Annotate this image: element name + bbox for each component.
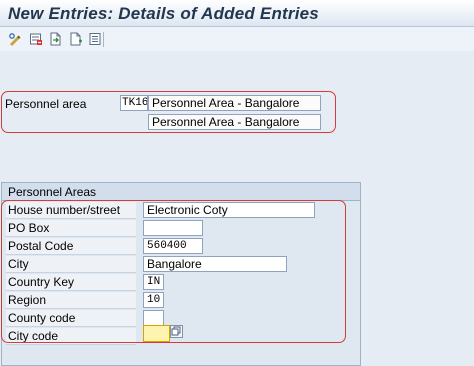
select-all-icon[interactable]: [87, 31, 103, 47]
highlight-personnel-area: [1, 91, 336, 133]
delete-icon[interactable]: [28, 31, 44, 47]
group-header: Personnel Areas: [2, 183, 360, 201]
previous-entry-icon[interactable]: [68, 31, 84, 47]
title-bar: New Entries: Details of Added Entries: [0, 0, 474, 27]
toolbar: [0, 27, 474, 51]
page-title: New Entries: Details of Added Entries: [8, 4, 319, 23]
toolbar-separator: [103, 32, 104, 47]
highlight-address-fields: [1, 200, 346, 343]
group-title: Personnel Areas: [8, 185, 97, 199]
change-display-icon[interactable]: [7, 31, 23, 47]
copy-entry-icon[interactable]: [48, 31, 64, 47]
